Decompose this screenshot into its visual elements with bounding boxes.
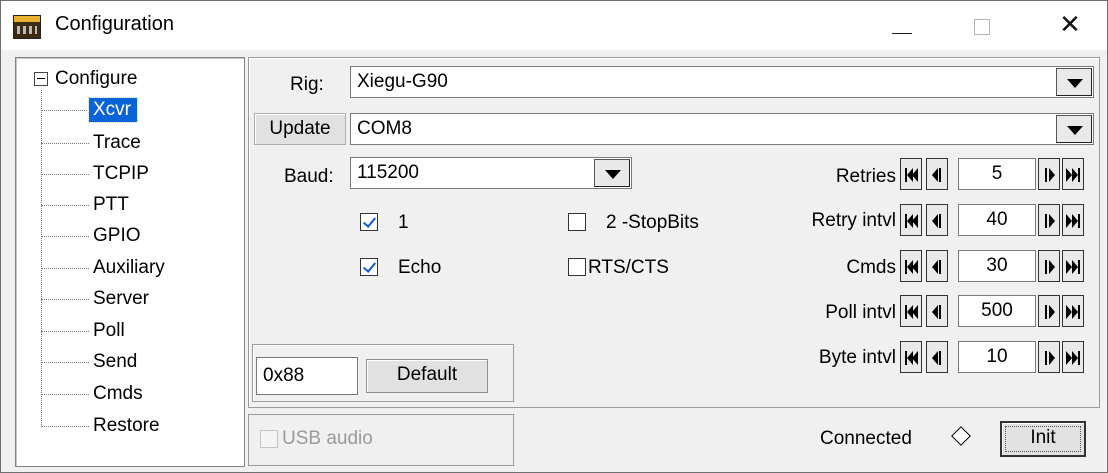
port-select[interactable]: COM8 xyxy=(350,113,1094,145)
connected-label: Connected xyxy=(820,428,912,449)
tree-item-xcvr[interactable]: Xcvr xyxy=(41,97,138,123)
right-icon[interactable] xyxy=(1038,204,1060,236)
right-icon[interactable] xyxy=(1038,341,1060,373)
left-icon[interactable] xyxy=(926,158,948,190)
default-button[interactable]: Default xyxy=(366,359,488,393)
baud-label: Baud: xyxy=(284,166,334,187)
config-tree[interactable]: Configure Xcvr Trace TCPIP PTT GPIO Auxi… xyxy=(15,57,245,467)
maximize-button[interactable] xyxy=(944,0,1024,50)
byte-intvl-label: Byte intvl xyxy=(818,347,896,368)
civ-address-value: 0x88 xyxy=(263,365,305,386)
title-bar[interactable]: Configuration ✕ xyxy=(0,0,1108,50)
tree-item-auxiliary[interactable]: Auxiliary xyxy=(41,256,171,280)
minimize-button[interactable] xyxy=(862,0,942,50)
tree-item-label: GPIO xyxy=(93,225,141,246)
tree-root-label: Configure xyxy=(55,68,138,89)
double-right-icon[interactable] xyxy=(1062,341,1084,373)
double-right-icon[interactable] xyxy=(1062,250,1084,282)
triangle-down-icon[interactable] xyxy=(1056,68,1092,96)
rig-select-value: Xiegu-G90 xyxy=(357,71,448,92)
left-icon[interactable] xyxy=(926,295,948,327)
left-icon[interactable] xyxy=(926,250,948,282)
cmds-label: Cmds xyxy=(846,257,896,278)
tree-item-label: Xcvr xyxy=(88,97,138,123)
radio-app-icon xyxy=(13,15,41,39)
tree-item-label: TCPIP xyxy=(93,163,149,184)
civ-address-input[interactable]: 0x88 xyxy=(256,357,358,395)
usb-audio-checkbox[interactable] xyxy=(260,430,278,448)
poll-intvl-label: Poll intvl xyxy=(825,302,896,323)
tree-item-label: Poll xyxy=(93,320,125,341)
tree-root-configure[interactable]: Configure xyxy=(34,68,137,90)
collapse-minus-icon[interactable] xyxy=(34,72,48,86)
stopbits-2-checkbox[interactable] xyxy=(568,213,586,231)
triangle-down-icon[interactable] xyxy=(594,159,630,187)
double-right-icon[interactable] xyxy=(1062,295,1084,327)
double-left-icon[interactable] xyxy=(900,295,922,327)
usb-audio-label: USB audio xyxy=(282,428,373,449)
cmds-value[interactable]: 30 xyxy=(958,250,1036,282)
tree-item-poll[interactable]: Poll xyxy=(41,319,131,343)
init-button[interactable]: Init xyxy=(1000,421,1086,457)
rtscts-label: RTS/CTS xyxy=(588,257,669,278)
right-icon[interactable] xyxy=(1038,250,1060,282)
double-left-icon[interactable] xyxy=(900,341,922,373)
retries-label: Retries xyxy=(835,166,896,187)
tree-item-label: Server xyxy=(93,288,149,309)
tree-item-label: Trace xyxy=(93,132,141,153)
retry-intvl-label: Retry intvl xyxy=(811,210,896,231)
rig-select[interactable]: Xiegu-G90 xyxy=(350,66,1094,98)
close-button[interactable]: ✕ xyxy=(1030,0,1108,50)
tree-item-restore[interactable]: Restore xyxy=(41,414,166,438)
tree-item-server[interactable]: Server xyxy=(41,287,155,311)
right-icon[interactable] xyxy=(1038,295,1060,327)
tree-item-cmds[interactable]: Cmds xyxy=(41,382,149,406)
window-title: Configuration xyxy=(55,13,174,35)
echo-label: Echo xyxy=(398,257,442,278)
rig-label: Rig: xyxy=(290,74,324,95)
triangle-down-icon[interactable] xyxy=(1056,115,1092,143)
tree-item-label: PTT xyxy=(93,194,129,215)
tree-item-tcpip[interactable]: TCPIP xyxy=(41,162,155,186)
baud-select[interactable]: 115200 xyxy=(350,157,632,189)
left-icon[interactable] xyxy=(926,341,948,373)
tree-item-label: Auxiliary xyxy=(93,257,165,278)
tree-item-label: Restore xyxy=(93,415,160,436)
tree-item-label: Send xyxy=(93,351,138,372)
double-left-icon[interactable] xyxy=(900,250,922,282)
right-icon[interactable] xyxy=(1038,158,1060,190)
tree-item-trace[interactable]: Trace xyxy=(41,131,147,155)
rtscts-checkbox[interactable] xyxy=(568,258,586,276)
stopbits-1-checkbox[interactable] xyxy=(360,213,378,231)
poll-intvl-value[interactable]: 500 xyxy=(958,295,1036,327)
retry-intvl-value[interactable]: 40 xyxy=(958,204,1036,236)
retries-value[interactable]: 5 xyxy=(958,158,1036,190)
stopbits-1-label: 1 xyxy=(398,212,409,233)
double-right-icon[interactable] xyxy=(1062,158,1084,190)
tree-item-send[interactable]: Send xyxy=(41,350,143,374)
tree-item-label: Cmds xyxy=(93,383,143,404)
update-button[interactable]: Update xyxy=(254,113,346,145)
baud-select-value: 115200 xyxy=(357,162,419,183)
left-icon[interactable] xyxy=(926,204,948,236)
double-right-icon[interactable] xyxy=(1062,204,1084,236)
echo-checkbox[interactable] xyxy=(360,258,378,276)
double-left-icon[interactable] xyxy=(900,204,922,236)
port-select-value: COM8 xyxy=(357,118,412,139)
byte-intvl-value[interactable]: 10 xyxy=(958,341,1036,373)
stopbits-2-label: 2 -StopBits xyxy=(606,212,699,233)
tree-item-gpio[interactable]: GPIO xyxy=(41,224,147,248)
tree-item-ptt[interactable]: PTT xyxy=(41,193,135,217)
double-left-icon[interactable] xyxy=(900,158,922,190)
